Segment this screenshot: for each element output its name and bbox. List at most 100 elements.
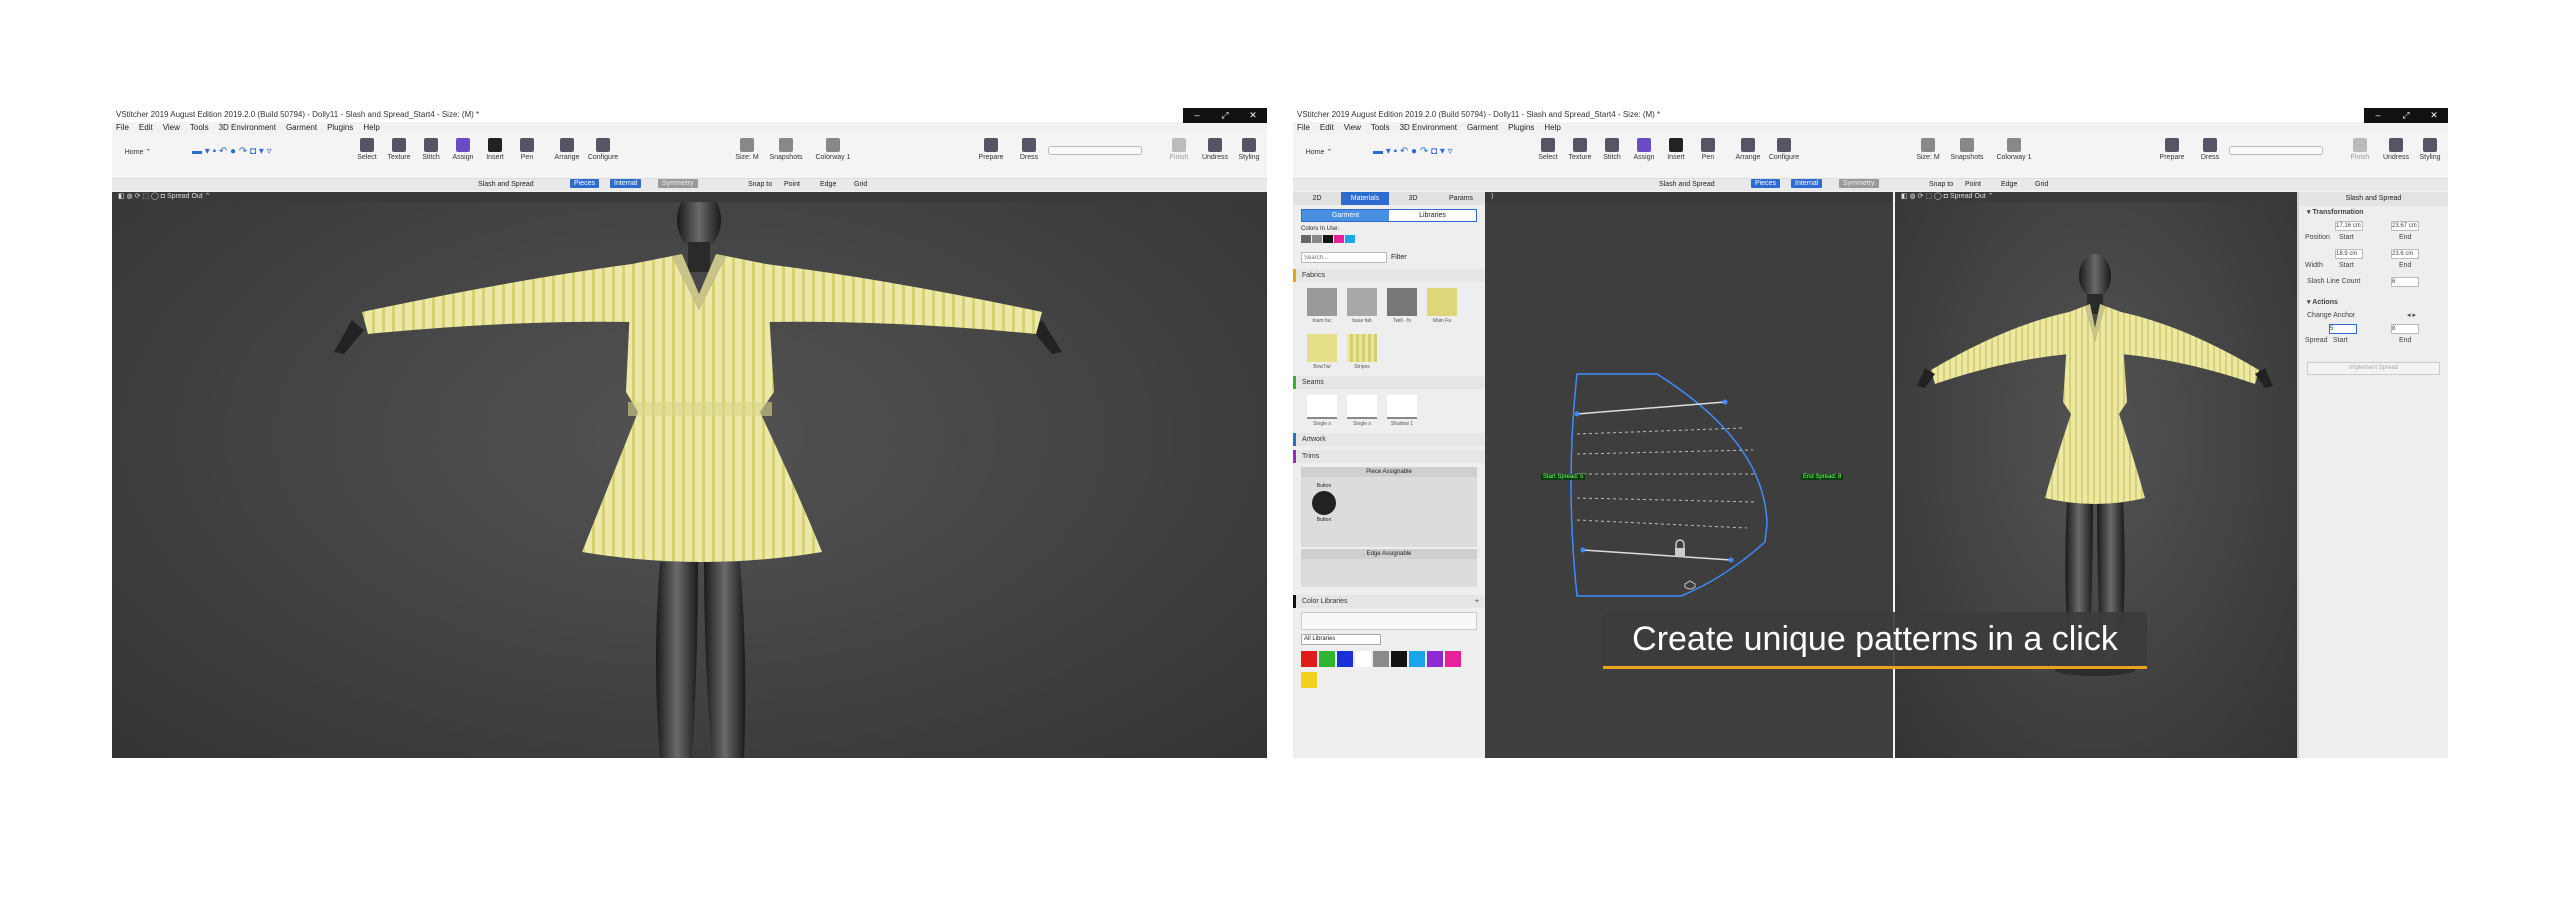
menu-garment[interactable]: Garment xyxy=(1467,122,1498,133)
tool-stitch[interactable]: Stitch xyxy=(1595,138,1629,161)
slash-spread-mode[interactable]: Slash and Spread xyxy=(1659,179,1715,191)
tool-prepare[interactable]: Prepare xyxy=(974,138,1008,161)
anchor-arrows[interactable]: ◂ ▸ xyxy=(2407,309,2416,322)
color-library-strip[interactable] xyxy=(1301,612,1477,630)
tool-finish[interactable]: Finish xyxy=(2343,138,2377,161)
3d-viewport[interactable] xyxy=(1895,202,2297,758)
menu-view[interactable]: View xyxy=(1344,122,1361,133)
seams-section[interactable]: Seams xyxy=(1293,376,1485,389)
viewport-mode[interactable]: Spread Out xyxy=(1950,193,1986,200)
file-quick-icons[interactable]: ▬ ▾ ▪ ↶ ● ↷ ◘ ▾ ▿ xyxy=(1373,146,1513,157)
snap-grid[interactable]: Grid xyxy=(2035,179,2048,191)
filter-button[interactable]: Filter xyxy=(1391,254,1407,261)
width-start-input[interactable]: 18.9 cm xyxy=(2335,249,2363,259)
viewport-icons[interactable]: ◧ ◍ ⟳ ⬚ ◯ ◘ xyxy=(118,193,167,200)
snap-grid[interactable]: Grid xyxy=(854,179,867,191)
palette-swatch[interactable] xyxy=(1391,651,1407,667)
2d-pattern-viewport[interactable]: Start Spread: 5 End Spread: 8 xyxy=(1485,202,1893,758)
tool-assign[interactable]: Assign xyxy=(446,138,480,161)
maximize-button[interactable]: ⤢ xyxy=(1211,108,1239,123)
palette-swatch[interactable] xyxy=(1301,651,1317,667)
tab-garment[interactable]: Garment xyxy=(1302,210,1389,221)
menu-view[interactable]: View xyxy=(163,122,180,133)
spread-start-input[interactable]: 5 xyxy=(2329,324,2357,334)
tool-configure[interactable]: Configure xyxy=(586,138,620,161)
actions-section[interactable]: ▾ Actions xyxy=(2299,296,2448,309)
2d-view-icons[interactable]: ⟩ xyxy=(1491,193,1494,200)
search-input[interactable] xyxy=(1301,252,1387,263)
pieces-chip[interactable]: Pieces xyxy=(1751,179,1781,188)
tool-insert[interactable]: Insert xyxy=(478,138,512,161)
fabric-item[interactable]: BowTwi xyxy=(1307,334,1337,370)
workspace-select[interactable]: Home ⌃ xyxy=(1299,148,1339,156)
maximize-button[interactable]: ⤢ xyxy=(2392,108,2420,123)
palette-swatch[interactable] xyxy=(1337,651,1353,667)
fabric-item[interactable]: Stripes xyxy=(1347,334,1377,370)
palette-swatch[interactable] xyxy=(1319,651,1335,667)
minimize-button[interactable]: – xyxy=(1183,108,1211,123)
snap-edge[interactable]: Edge xyxy=(2001,179,2017,191)
color-libraries-section[interactable]: Color Libraries + xyxy=(1293,595,1485,608)
fabric-item[interactable]: base fab xyxy=(1347,288,1377,324)
tool-prepare[interactable]: Prepare xyxy=(2155,138,2189,161)
menu-edit[interactable]: Edit xyxy=(1320,122,1334,133)
snap-point[interactable]: Point xyxy=(1965,179,1981,191)
colorway-control[interactable]: Colorway 1 xyxy=(1991,138,2037,161)
tool-arrange[interactable]: Arrange xyxy=(550,138,584,161)
tool-texture[interactable]: Texture xyxy=(382,138,416,161)
tool-configure[interactable]: Configure xyxy=(1767,138,1801,161)
position-end-input[interactable]: 23.67 cm xyxy=(2391,221,2419,231)
menu-garment[interactable]: Garment xyxy=(286,122,317,133)
tool-styling[interactable]: Styling xyxy=(2413,138,2447,161)
internal-chip[interactable]: Internal xyxy=(1791,179,1823,188)
fabric-item[interactable]: Inam fac xyxy=(1307,288,1337,324)
tab-3d[interactable]: 3D xyxy=(1389,192,1437,205)
implement-spread-button[interactable]: Implement Spread xyxy=(2307,362,2440,375)
trims-section[interactable]: Trims xyxy=(1293,450,1485,463)
menu-help[interactable]: Help xyxy=(363,122,379,133)
tool-select[interactable]: Select xyxy=(1531,138,1565,161)
menu-tools[interactable]: Tools xyxy=(1371,122,1390,133)
tool-texture[interactable]: Texture xyxy=(1563,138,1597,161)
tool-styling[interactable]: Styling xyxy=(1232,138,1266,161)
file-quick-icons[interactable]: ▬ ▾ ▪ ↶ ● ↷ ◘ ▾ ▿ xyxy=(192,146,332,157)
tool-stitch[interactable]: Stitch xyxy=(414,138,448,161)
tab-materials[interactable]: Materials xyxy=(1341,192,1389,205)
menu-file[interactable]: File xyxy=(116,122,129,133)
close-button[interactable]: ✕ xyxy=(2420,108,2448,123)
color-swatch[interactable] xyxy=(1334,235,1344,243)
tab-libraries[interactable]: Libraries xyxy=(1389,210,1476,221)
workspace-select[interactable]: Home ⌃ xyxy=(118,148,158,156)
symmetry-chip[interactable]: Symmetry xyxy=(658,179,698,188)
slash-spread-mode[interactable]: Slash and Spread xyxy=(478,179,534,191)
pieces-chip[interactable]: Pieces xyxy=(570,179,600,188)
internal-chip[interactable]: Internal xyxy=(610,179,642,188)
snapshots-control[interactable]: Snapshots xyxy=(1947,138,1987,161)
tool-pen[interactable]: Pen xyxy=(1691,138,1725,161)
3d-viewport[interactable] xyxy=(112,190,1267,758)
tool-arrange[interactable]: Arrange xyxy=(1731,138,1765,161)
snap-point[interactable]: Point xyxy=(784,179,800,191)
menu-file[interactable]: File xyxy=(1297,122,1310,133)
palette-swatch[interactable] xyxy=(1409,651,1425,667)
color-swatch[interactable] xyxy=(1312,235,1322,243)
size-control[interactable]: Size: M xyxy=(730,138,764,161)
palette-swatch[interactable] xyxy=(1301,672,1317,688)
fabrics-section[interactable]: Fabrics xyxy=(1293,269,1485,282)
seam-item[interactable]: Single s xyxy=(1307,395,1337,427)
viewport-mode[interactable]: Spread Out xyxy=(167,193,203,200)
palette-swatch[interactable] xyxy=(1445,651,1461,667)
color-swatch[interactable] xyxy=(1301,235,1311,243)
tab-params[interactable]: Params xyxy=(1437,192,1485,205)
tool-undress[interactable]: Undress xyxy=(2379,138,2413,161)
menu-plugins[interactable]: Plugins xyxy=(1508,122,1534,133)
viewport-icons[interactable]: ◧ ◍ ⟳ ⬚ ◯ ◘ xyxy=(1901,193,1950,200)
palette-swatch[interactable] xyxy=(1355,651,1371,667)
tool-dress[interactable]: Dress xyxy=(1012,138,1046,161)
artwork-section[interactable]: Artwork xyxy=(1293,433,1485,446)
menu-plugins[interactable]: Plugins xyxy=(327,122,353,133)
symmetry-chip[interactable]: Symmetry xyxy=(1839,179,1879,188)
menu-edit[interactable]: Edit xyxy=(139,122,153,133)
minimize-button[interactable]: – xyxy=(2364,108,2392,123)
menu-help[interactable]: Help xyxy=(1544,122,1560,133)
